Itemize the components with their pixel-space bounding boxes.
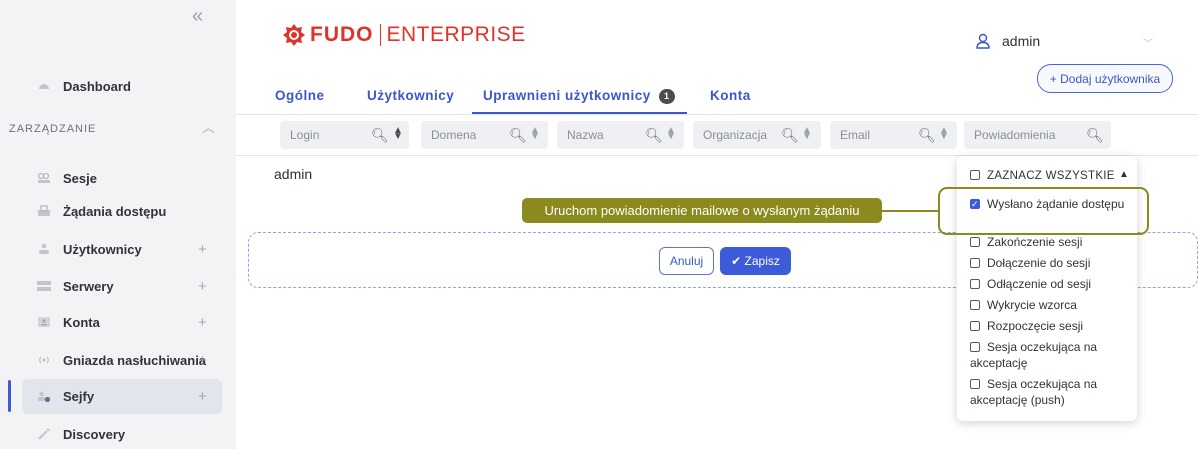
option-label: ZAZNACZ WSZYSTKIE (987, 170, 1115, 182)
tab-accounts[interactable]: Konta (710, 88, 751, 103)
active-indicator (8, 380, 11, 412)
checkbox[interactable] (970, 321, 980, 331)
collapse-sidebar-icon[interactable]: « (192, 5, 203, 28)
option-session-leave[interactable]: Odłączenie od sesji (970, 276, 1130, 292)
option-label: Dołączenie do sesji (987, 256, 1091, 270)
expand-plus-icon[interactable]: + (198, 388, 207, 405)
option-label: Wykrycie wzorca (987, 298, 1077, 312)
filter-notifications[interactable]: Powiadomienia 🔍︎ (964, 121, 1111, 149)
option-session-end[interactable]: Zakończenie sesji (970, 234, 1130, 250)
filter-placeholder: Powiadomienia (974, 128, 1056, 142)
sort-icon[interactable]: ▲ ▼ (802, 126, 812, 142)
option-label: Sesja oczekująca na akceptację (push) (970, 377, 1098, 407)
app-root: « Dashboard ZARZĄDZANIE ︿ Sesje Żądania … (0, 0, 1198, 449)
sidebar-item-users[interactable]: Użytkownicy + (0, 231, 236, 267)
sidebar-item-label: Żądania dostępu (63, 203, 167, 219)
option-session-start[interactable]: Rozpoczęcie sesji (970, 318, 1130, 334)
checkbox[interactable] (970, 279, 980, 289)
search-icon: 🔍︎ (645, 126, 663, 143)
checkbox[interactable] (970, 379, 980, 389)
expand-plus-icon[interactable]: + (198, 278, 207, 295)
expand-plus-icon[interactable]: + (198, 352, 207, 369)
checkbox[interactable] (970, 342, 980, 352)
sidebar-item-listeners[interactable]: Gniazda nasłuchiwania + (0, 342, 236, 378)
option-label: Zakończenie sesji (987, 235, 1083, 249)
tab-general[interactable]: Ogólne (275, 88, 325, 103)
highlight-frame (938, 187, 1149, 235)
count-badge: 1 (658, 89, 675, 104)
search-icon: 🔍︎ (509, 126, 527, 143)
search-icon: 🔍︎ (918, 126, 936, 143)
expand-plus-icon[interactable]: + (198, 241, 207, 258)
sort-icon[interactable]: ▲ ▼ (530, 126, 540, 142)
sidebar-item-discovery[interactable]: Discovery (0, 416, 236, 449)
active-tab-underline (472, 112, 687, 114)
checkbox[interactable] (970, 237, 980, 247)
sidebar-item-servers[interactable]: Serwery + (0, 268, 236, 304)
filter-login[interactable]: Login 🔍︎ ▲ ▼ (280, 121, 409, 149)
option-session-pending[interactable]: Sesja oczekująca na akceptację (970, 339, 1130, 371)
servers-icon (37, 280, 51, 292)
chevron-up-icon[interactable]: ▲ (1119, 169, 1129, 180)
option-session-pending-push[interactable]: Sesja oczekująca na akceptację (push) (970, 376, 1130, 408)
accounts-icon (37, 316, 51, 328)
sort-icon[interactable]: ▲ ▼ (393, 126, 403, 142)
option-label: Rozpoczęcie sesji (987, 319, 1084, 333)
option-pattern-detected[interactable]: Wykrycie wzorca (970, 297, 1130, 313)
cancel-button[interactable]: Anuluj (659, 247, 714, 275)
sidebar-item-label: Użytkownicy (63, 241, 142, 257)
select-all-option[interactable]: ZAZNACZ WSZYSTKIE (970, 168, 1130, 184)
sidebar-item-accounts[interactable]: Konta + (0, 304, 236, 340)
sidebar-item-dashboard[interactable]: Dashboard (0, 68, 236, 104)
tab-users[interactable]: Użytkownicy (367, 88, 454, 103)
dashboard-icon (37, 80, 51, 92)
sidebar: « Dashboard ZARZĄDZANIE ︿ Sesje Żądania … (0, 0, 236, 449)
chevron-up-icon[interactable]: ︿ (202, 117, 215, 136)
checkbox[interactable] (970, 170, 980, 180)
checkbox[interactable] (970, 300, 980, 310)
sidebar-item-label: Konta (63, 314, 100, 330)
sort-icon[interactable]: ▲ ▼ (939, 126, 949, 142)
sort-icon[interactable]: ▲ ▼ (666, 126, 676, 142)
search-icon: 🔍︎ (781, 126, 799, 143)
sidebar-item-access-requests[interactable]: Żądania dostępu (0, 193, 236, 229)
sidebar-item-label: Gniazda nasłuchiwania (63, 352, 207, 368)
filter-domain[interactable]: Domena 🔍︎ ▲ ▼ (421, 121, 548, 149)
option-session-join[interactable]: Dołączenie do sesji (970, 255, 1130, 271)
option-label: Odłączenie od sesji (987, 277, 1092, 291)
listeners-icon (37, 354, 51, 366)
search-icon: 🔍︎ (371, 126, 389, 143)
sidebar-item-label: Discovery (63, 426, 126, 442)
filter-placeholder: Organizacja (703, 128, 768, 142)
expand-plus-icon[interactable]: + (198, 314, 207, 331)
option-label: Sesja oczekująca na akceptację (970, 340, 1098, 370)
sidebar-item-label: Serwery (63, 278, 114, 294)
filter-email[interactable]: Email 🔍︎ ▲ ▼ (830, 121, 957, 149)
filter-organization[interactable]: Organizacja 🔍︎ ▲ ▼ (693, 121, 821, 149)
sidebar-item-safes[interactable]: Sejfy + (22, 379, 222, 414)
sidebar-section-label: ZARZĄDZANIE (9, 123, 97, 135)
tab-authorized-users[interactable]: Uprawnieni użytkownicy 1 (483, 88, 675, 104)
sidebar-item-label: Sejfy (63, 389, 95, 404)
filter-placeholder: Login (290, 128, 320, 142)
users-icon (37, 243, 51, 255)
tab-label: Uprawnieni użytkownicy (483, 88, 651, 103)
checkbox[interactable] (970, 258, 980, 268)
safes-icon (37, 391, 51, 403)
filter-placeholder: Nazwa (567, 128, 604, 142)
tooltip-connector (881, 210, 939, 212)
sidebar-item-sessions[interactable]: Sesje (0, 160, 236, 196)
discovery-icon (37, 428, 51, 440)
filter-placeholder: Domena (431, 128, 477, 142)
sessions-icon (37, 172, 51, 184)
sidebar-item-label: Dashboard (63, 78, 131, 94)
filter-name[interactable]: Nazwa 🔍︎ ▲ ▼ (557, 121, 684, 149)
sidebar-item-label: Sesje (63, 170, 97, 186)
search-icon: 🔍︎ (1086, 126, 1104, 143)
table-row-login: admin (274, 166, 313, 182)
tooltip: Uruchom powiadomienie mailowe o wysłanym… (522, 198, 882, 223)
save-button[interactable]: ✔ Zapisz (720, 247, 791, 275)
filter-placeholder: Email (840, 128, 871, 142)
access-requests-icon (37, 205, 51, 217)
